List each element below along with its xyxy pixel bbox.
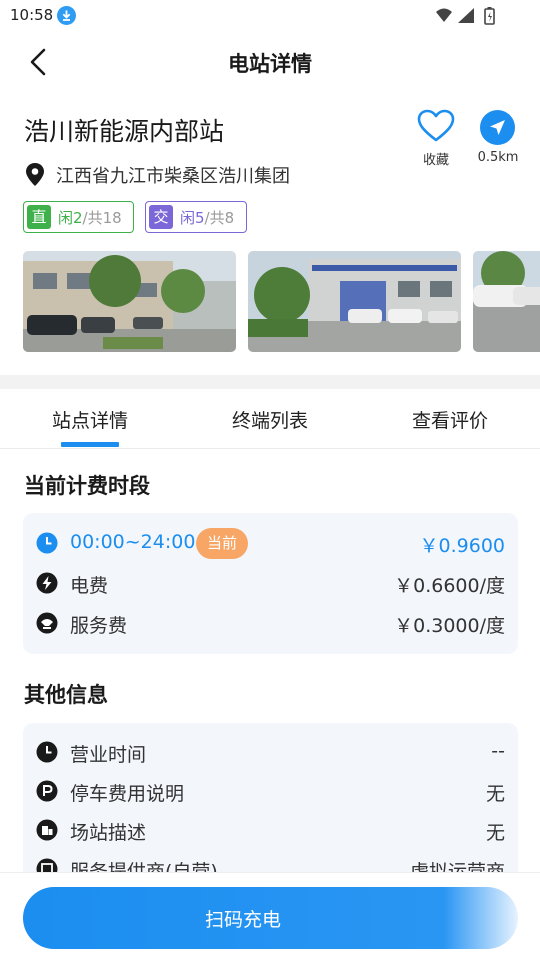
bottom-action-bar: 扫码充电 xyxy=(0,872,540,960)
business-hours-value: -- xyxy=(491,740,505,762)
station-address: 江西省九江市柴桑区浩川集团 xyxy=(56,166,290,187)
ac-total-count: /共8 xyxy=(204,209,235,227)
scan-to-charge-button[interactable]: 扫码充电 xyxy=(23,887,518,949)
ac-free-count: 闲5 xyxy=(180,209,205,227)
period-time: 00:00~24:00 xyxy=(70,531,196,553)
tab-active-indicator xyxy=(61,442,119,447)
bolt-icon xyxy=(36,572,58,594)
electricity-fee-value: ￥0.6600/度 xyxy=(394,575,505,597)
pricing-card: 00:00~24:00 当前 ￥0.9600 电费 ￥0.6600/度 服务费 … xyxy=(23,513,518,654)
business-hours-row: 营业时间 -- xyxy=(23,737,518,767)
service-icon xyxy=(36,612,58,634)
clock-icon xyxy=(36,741,58,763)
location-pin-icon xyxy=(26,163,44,186)
parking-fee-value: 无 xyxy=(485,783,505,805)
dc-free-count: 闲2 xyxy=(58,209,83,227)
clock-icon xyxy=(36,532,58,554)
total-price: ￥0.9600 xyxy=(419,535,505,557)
business-hours-label: 营业时间 xyxy=(70,744,147,766)
tab-bar: 站点详情 终端列表 查看评价 xyxy=(0,389,540,449)
tab-reviews[interactable]: 查看评价 xyxy=(360,406,540,433)
favorite-button[interactable]: 收藏 xyxy=(414,108,458,168)
electricity-fee-label: 电费 xyxy=(70,575,109,597)
tab-terminal-list[interactable]: 终端列表 xyxy=(180,406,360,433)
station-name: 浩川新能源内部站 xyxy=(24,117,225,146)
status-bar: 10:58 xyxy=(0,0,540,34)
signal-icon xyxy=(458,8,474,23)
favorite-label: 收藏 xyxy=(422,153,449,168)
status-indicators xyxy=(432,6,512,26)
station-photo-1[interactable] xyxy=(23,251,236,352)
status-time: 10:58 xyxy=(10,6,54,24)
service-fee-row: 服务费 ￥0.3000/度 xyxy=(23,608,518,638)
distance-label: 0.5km xyxy=(477,150,519,165)
station-description-label: 场站描述 xyxy=(70,822,147,844)
other-info-card: 营业时间 -- 停车费用说明 无 场站描述 无 服务提供商(自营) 虚拟运营商 xyxy=(23,723,518,893)
heart-icon xyxy=(417,109,455,142)
navigate-button[interactable]: 0.5km xyxy=(474,108,522,168)
other-info-section-title: 其他信息 xyxy=(24,683,108,707)
dc-total-count: /共18 xyxy=(82,209,122,227)
electricity-fee-row: 电费 ￥0.6600/度 xyxy=(23,568,518,598)
ac-connector-tag: 交 闲5/共8 xyxy=(145,201,247,233)
section-divider xyxy=(0,375,540,389)
page-title: 电站详情 xyxy=(228,52,312,76)
ac-type-badge: 交 xyxy=(149,205,173,229)
nav-bar: 电站详情 xyxy=(0,34,540,90)
station-photo-2[interactable] xyxy=(248,251,461,352)
tab-station-details[interactable]: 站点详情 xyxy=(0,406,180,433)
service-fee-label: 服务费 xyxy=(70,615,128,637)
download-icon xyxy=(57,6,76,25)
dc-type-badge: 直 xyxy=(27,205,51,229)
pricing-section-title: 当前计费时段 xyxy=(24,474,150,498)
current-badge: 当前 xyxy=(196,528,248,559)
dc-connector-tag: 直 闲2/共18 xyxy=(23,201,134,233)
parking-fee-row: 停车费用说明 无 xyxy=(23,776,518,806)
scan-to-charge-label: 扫码充电 xyxy=(204,909,281,931)
station-icon xyxy=(36,819,58,841)
wifi-icon xyxy=(436,8,452,22)
parking-icon xyxy=(36,780,58,802)
station-photo-3[interactable] xyxy=(473,251,540,352)
pricing-period-row: 00:00~24:00 当前 ￥0.9600 xyxy=(23,528,518,559)
service-fee-value: ￥0.3000/度 xyxy=(394,615,505,637)
parking-fee-label: 停车费用说明 xyxy=(70,783,185,805)
station-description-row: 场站描述 无 xyxy=(23,815,518,845)
navigation-arrow-icon xyxy=(480,110,515,145)
station-description-value: 无 xyxy=(485,822,505,844)
